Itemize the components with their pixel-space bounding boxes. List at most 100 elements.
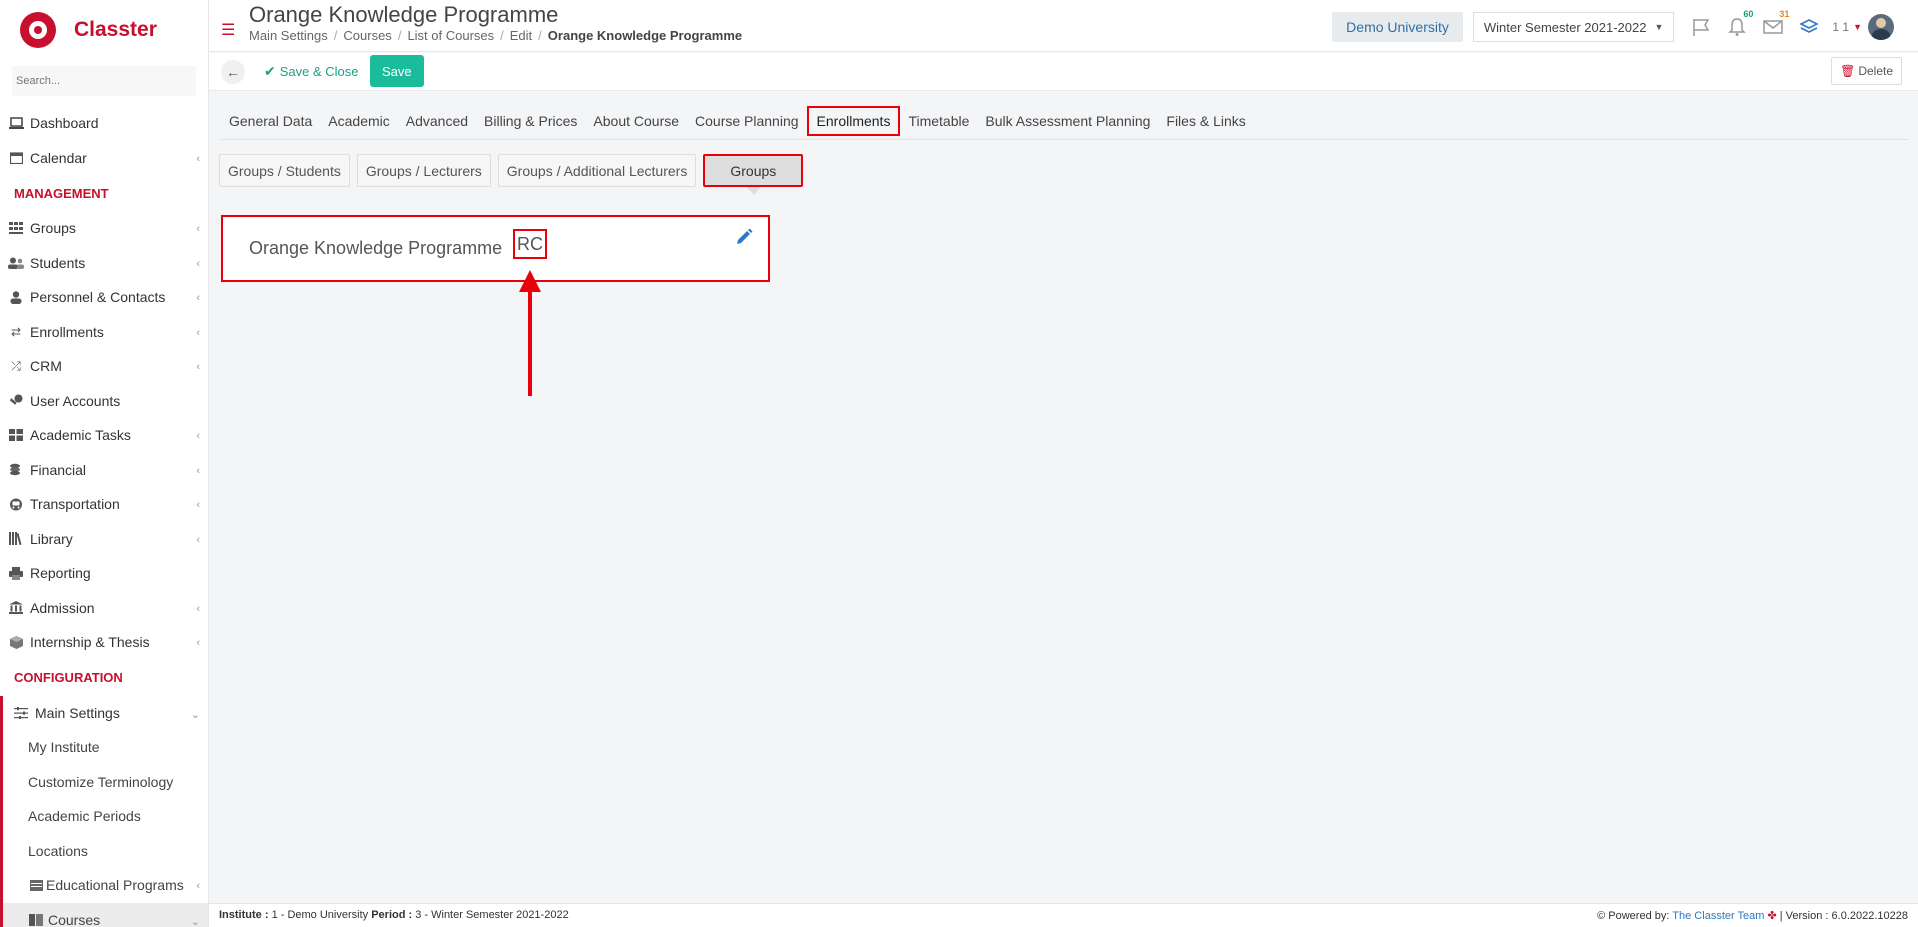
main-content: General Data Academic Advanced Billing &… [209,92,1918,902]
person-icon [8,290,24,304]
notifications-badge: 60 [1740,8,1757,20]
breadcrumb-separator: / [538,28,542,43]
page-title: Orange Knowledge Programme [249,2,559,27]
sidebar-item-label: Locations [28,842,88,859]
chevron-left-icon: ‹ [196,602,200,615]
powered-by-label: Powered by: [1608,910,1670,922]
sidebar-item-internship-thesis[interactable]: Internship & Thesis ‹ [0,625,208,660]
sidebar-item-students[interactable]: Students ‹ [0,246,208,281]
sidebar-item-label: CRM [30,358,62,375]
table-icon [28,878,44,892]
group-code: RC [513,229,547,259]
sidebar-item-dashboard[interactable]: Dashboard [0,106,208,141]
sidebar-item-my-institute[interactable]: My Institute [3,730,208,765]
caret-down-icon: ▼ [1654,22,1664,32]
period-value: 3 - Winter Semester 2021-2022 [415,909,569,921]
breadcrumb-item[interactable]: Edit [510,28,532,43]
period-label: Period : [371,909,413,921]
tab-academic[interactable]: Academic [320,106,397,136]
tab-advanced[interactable]: Advanced [398,106,476,136]
sidebar-item-transportation[interactable]: Transportation ‹ [0,487,208,522]
sidebar-item-enrollments[interactable]: ⇄ Enrollments ‹ [0,315,208,350]
crm-icon: ⤮ [11,358,21,373]
tab-billing-prices[interactable]: Billing & Prices [476,106,585,136]
sidebar-item-reporting[interactable]: Reporting [0,556,208,591]
sidebar-item-label: Customize Terminology [28,773,174,790]
sidebar-item-academic-periods[interactable]: Academic Periods [3,799,208,834]
tab-files-links[interactable]: Files & Links [1158,106,1253,136]
book-icon [28,913,44,927]
breadcrumb-item[interactable]: Courses [343,28,391,43]
enrollment-subtabs: Groups / Students Groups / Lecturers Gro… [219,154,810,195]
semester-dropdown[interactable]: Winter Semester 2021-2022 ▼ [1472,12,1675,42]
configuration-section-label: CONFIGURATION [14,670,123,685]
app-logo[interactable]: Classter [0,0,208,60]
save-close-button[interactable]: ✔ Save & Close [264,63,359,80]
sidebar-item-main-settings[interactable]: Main Settings ⌄ [3,696,208,731]
header-controls: Demo University Winter Semester 2021-202… [1332,8,1918,42]
sidebar-item-customize-terminology[interactable]: Customize Terminology [3,765,208,800]
sidebar-item-label: Internship & Thesis [30,634,150,651]
tab-bulk-assessment-planning[interactable]: Bulk Assessment Planning [977,106,1158,136]
avatar[interactable] [1868,14,1894,40]
bell-icon[interactable]: 60 [1724,8,1757,40]
sidebar-item-library[interactable]: Library ‹ [0,522,208,557]
breadcrumb-item[interactable]: Main Settings [249,28,328,43]
tab-enrollments[interactable]: Enrollments [806,106,901,136]
university-selector[interactable]: Demo University [1332,12,1463,42]
chevron-left-icon: ‹ [196,152,200,165]
check-icon: ✔ [264,63,276,79]
sidebar-item-locations[interactable]: Locations [3,834,208,869]
sidebar-item-label: Groups [30,220,76,237]
tab-general-data[interactable]: General Data [221,106,320,136]
sidebar-item-label: Reporting [30,565,91,582]
pencil-icon[interactable] [734,227,754,247]
subtab-groups-additional-lecturers[interactable]: Groups / Additional Lecturers [497,154,697,187]
user-id[interactable]: 1 1 [1832,20,1849,34]
subtab-groups-lecturers[interactable]: Groups / Lecturers [356,154,491,187]
search-input[interactable] [12,66,196,96]
chevron-left-icon: ‹ [196,637,200,649]
library-icon [8,532,24,546]
tab-course-planning[interactable]: Course Planning [687,106,807,136]
cube-icon [8,635,24,649]
sidebar-item-label: Dashboard [30,115,99,132]
sidebar-item-crm[interactable]: ⤮ CRM ‹ [0,349,208,384]
copyright-icon: © [1597,910,1606,922]
chevron-left-icon: ‹ [196,533,200,546]
sidebar-item-academic-tasks[interactable]: Academic Tasks ‹ [0,418,208,453]
sidebar-item-user-accounts[interactable]: User Accounts [0,384,208,419]
save-close-label: Save & Close [279,64,359,79]
tab-timetable[interactable]: Timetable [900,106,977,136]
classter-team-link[interactable]: The Classter Team [1672,910,1764,922]
sidebar-item-personnel-contacts[interactable]: Personnel & Contacts ‹ [0,280,208,315]
messages-badge: 31 [1776,8,1793,20]
sidebar-item-financial[interactable]: Financial ‹ [0,453,208,488]
flag-icon[interactable] [1688,14,1714,40]
envelope-icon[interactable]: 31 [1760,8,1793,40]
sidebar-item-admission[interactable]: Admission ‹ [0,591,208,626]
menu-toggle-icon[interactable]: ☰ [221,20,235,40]
footer-context: Institute : 1 - Demo University Period :… [219,909,569,921]
chevron-down-icon: ⌄ [190,915,200,927]
sidebar-item-courses[interactable]: Courses ⌄ [3,902,208,927]
layers-icon[interactable] [1796,14,1822,40]
tab-about-course[interactable]: About Course [585,106,687,136]
sidebar-item-groups[interactable]: Groups ‹ [0,211,208,246]
annotation-arrow [519,270,541,396]
sidebar-item-educational-programs[interactable]: Educational Programs ‹ [3,868,208,903]
group-card: Orange Knowledge Programme RC [221,215,770,282]
sidebar-item-calendar[interactable]: Calendar ‹ [0,141,208,176]
save-button[interactable]: Save [370,55,424,87]
breadcrumb-item[interactable]: List of Courses [407,28,494,43]
delete-button[interactable]: 🗑 Delete [1831,57,1902,85]
students-icon [8,256,24,270]
breadcrumb-separator: / [333,28,338,43]
subtab-groups-students[interactable]: Groups / Students [219,154,350,187]
back-arrow-icon[interactable]: ← [221,60,245,84]
sidebar-item-label: Financial [30,461,87,478]
sidebar-item-label: Academic Tasks [30,427,131,444]
breadcrumb-current: Orange Knowledge Programme [547,28,743,43]
caret-down-icon[interactable]: ▼ [1853,22,1862,32]
subtab-groups[interactable]: Groups [703,154,804,195]
